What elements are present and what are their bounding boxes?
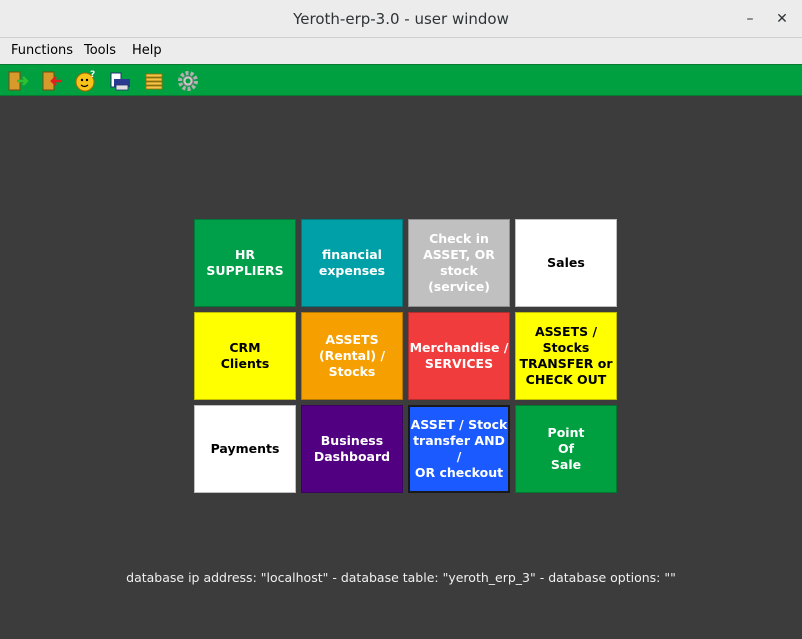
business-dashboard-button[interactable]: Business Dashboard (301, 405, 403, 493)
check-in-asset-button[interactable]: Check in ASSET, OR stock (service) (408, 219, 510, 307)
stacked-coins-icon[interactable] (142, 69, 166, 93)
merchandise-services-button[interactable]: Merchandise / SERVICES (408, 312, 510, 400)
minimize-button[interactable]: – (740, 9, 760, 29)
tile-label: Payments (210, 441, 280, 456)
tile-label: Point Of Sale (547, 425, 585, 472)
assets-rental-stocks-button[interactable]: ASSETS (Rental) / Stocks (301, 312, 403, 400)
door-enter-icon[interactable] (6, 69, 30, 93)
tile-label: ASSETS / Stocks TRANSFER or CHECK OUT (519, 324, 613, 387)
smiley-help-icon[interactable]: ? (74, 69, 98, 93)
close-button[interactable]: ✕ (772, 9, 792, 29)
door-exit-icon[interactable] (40, 69, 64, 93)
crm-clients-button[interactable]: CRM Clients (194, 312, 296, 400)
toolbar: ? (0, 64, 802, 96)
window-title: Yeroth-erp-3.0 - user window (293, 10, 509, 28)
title-bar: Yeroth-erp-3.0 - user window – ✕ (0, 0, 802, 38)
tile-label: CRM Clients (220, 340, 270, 371)
printer-icon[interactable] (108, 69, 132, 93)
assets-transfer-checkout-button[interactable]: ASSETS / Stocks TRANSFER or CHECK OUT (515, 312, 617, 400)
menu-bar: Functions Tools Help (0, 38, 802, 64)
financial-expenses-button[interactable]: financial expenses (301, 219, 403, 307)
point-of-sale-button[interactable]: Point Of Sale (515, 405, 617, 493)
menu-functions[interactable]: Functions (11, 38, 73, 64)
sales-button[interactable]: Sales (515, 219, 617, 307)
database-info-label: database ip address: "localhost" - datab… (126, 570, 676, 585)
tile-label: Sales (547, 255, 585, 270)
tile-label: HR SUPPLIERS (206, 247, 284, 278)
gear-icon[interactable] (176, 69, 200, 93)
asset-stock-transfer-checkout-button[interactable]: ASSET / Stock transfer AND / OR checkout (408, 405, 510, 493)
tile-label: Check in ASSET, OR stock (service) (423, 231, 495, 294)
payments-button[interactable]: Payments (194, 405, 296, 493)
tile-label: Merchandise / SERVICES (409, 340, 509, 371)
hr-suppliers-button[interactable]: HR SUPPLIERS (194, 219, 296, 307)
tile-label: Business Dashboard (313, 433, 391, 464)
svg-text:?: ? (90, 70, 95, 80)
menu-tools[interactable]: Tools (84, 38, 116, 64)
tile-label: ASSETS (Rental) / Stocks (318, 332, 386, 379)
tile-label: ASSET / Stock transfer AND / OR checkout (410, 417, 508, 480)
menu-help[interactable]: Help (132, 38, 162, 64)
tile-label: financial expenses (318, 247, 386, 278)
